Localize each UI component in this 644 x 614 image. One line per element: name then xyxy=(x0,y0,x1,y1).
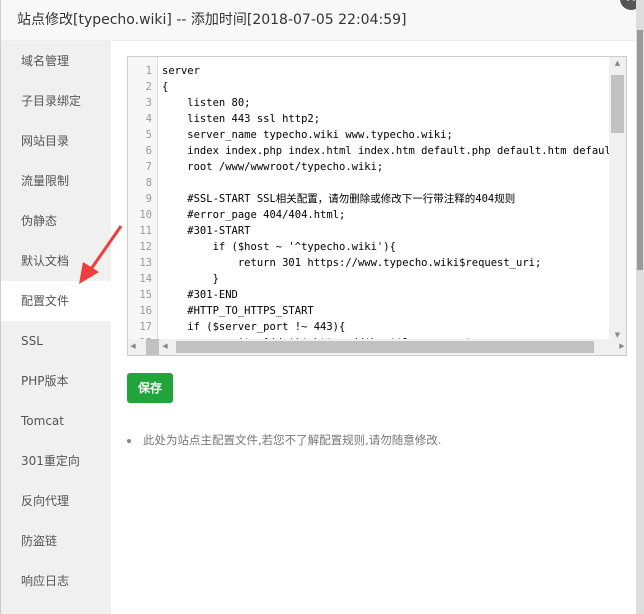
code-text: { xyxy=(162,81,169,93)
sidebar-item[interactable]: 子目录绑定 xyxy=(1,81,111,121)
sidebar-item[interactable]: 网站目录 xyxy=(1,121,111,161)
code-text: #SSL-START SSL相关配置，请勿删除或修改下一行带注释的404规则 xyxy=(162,193,516,205)
code-text: server xyxy=(162,65,200,77)
code-lines[interactable]: 1 server 2{3 listen 80; 4 listen 443 ssl ht… xyxy=(128,63,611,341)
dialog-title: 站点修改[typecho.wiki] -- 添加时间[2018-07-05 22… xyxy=(1,0,636,41)
code-text: listen 443 ssl http2; xyxy=(162,113,321,125)
code-line: 8 xyxy=(128,175,611,191)
code-line: 16 #HTTP_TO_HTTPS_START xyxy=(128,303,611,319)
line-number: 2 xyxy=(145,81,152,93)
code-text: return 301 https://www.typecho.wiki$requ… xyxy=(162,257,542,269)
sidebar-item[interactable]: PHP版本 xyxy=(1,361,111,401)
sidebar-item[interactable]: 域名管理 xyxy=(1,41,111,81)
line-number: 12 xyxy=(139,241,152,253)
code-text: #error_page 404/404.html; xyxy=(162,209,346,221)
sidebar-item[interactable]: 301重定向 xyxy=(1,441,111,481)
gutter-scroll-left-icon[interactable]: ◀ xyxy=(128,342,138,350)
line-number: 7 xyxy=(145,161,152,173)
line-number: 11 xyxy=(139,225,152,237)
code-text: if ($server_port !~ 443){ xyxy=(162,321,346,333)
line-number: 16 xyxy=(139,305,152,317)
tips-list: 此处为站点主配置文件,若您不了解配置规则,请勿随意修改. xyxy=(127,432,441,448)
code-line: 13 return 301 https://www.typecho.wiki$r… xyxy=(128,255,611,271)
line-number: 9 xyxy=(145,193,152,205)
code-text: index index.php index.html index.htm def… xyxy=(162,145,611,157)
tip-text: 此处为站点主配置文件,若您不了解配置规则,请勿随意修改. xyxy=(143,433,442,447)
line-number: 3 xyxy=(145,97,152,109)
scroll-down-icon[interactable]: ▼ xyxy=(609,331,626,339)
sidebar-item[interactable]: 反向代理 xyxy=(1,481,111,521)
code-text: if ($host ~ '^typecho.wiki'){ xyxy=(162,241,396,253)
code-line: 4 listen 443 ssl http2; xyxy=(128,111,611,127)
code-text: #HTTP_TO_HTTPS_START xyxy=(162,305,314,317)
code-text: #301-START xyxy=(162,225,251,237)
line-number: 17 xyxy=(139,321,152,333)
red-arrow-annotation-icon xyxy=(79,225,123,284)
vertical-scroll-thumb[interactable] xyxy=(611,75,624,133)
code-text: server_name typecho.wiki www.typecho.wik… xyxy=(162,129,453,141)
sidebar-item[interactable]: Tomcat xyxy=(1,401,111,441)
code-line: 10 #error_page 404/404.html; xyxy=(128,207,611,223)
vertical-scrollbar[interactable]: ▲ ▼ xyxy=(609,57,626,341)
scroll-right-icon[interactable]: ▶ xyxy=(616,342,626,350)
sidebar-item[interactable]: SSL xyxy=(1,321,111,361)
horizontal-scroll-thumb[interactable] xyxy=(176,341,594,353)
line-number: 13 xyxy=(139,257,152,269)
config-editor[interactable]: 1 server 2{3 listen 80; 4 listen 443 ssl ht… xyxy=(127,56,627,356)
code-line: 14 } xyxy=(128,271,611,287)
code-text: root /www/wwwroot/typecho.wiki; xyxy=(162,161,384,173)
sidebar: 域名管理 子目录绑定 网站目录 流量限制 伪静态 默认文档 配置文件 SSL PHP版本 Tomc… xyxy=(1,41,111,614)
scroll-up-icon[interactable]: ▲ xyxy=(609,59,626,67)
code-line: 11 #301-START xyxy=(128,223,611,239)
save-button[interactable]: 保存 xyxy=(127,373,173,403)
line-number: 1 xyxy=(145,65,152,77)
config-panel: 1 server 2{3 listen 80; 4 listen 443 ssl ht… xyxy=(111,41,636,614)
code-line: 7 root /www/wwwroot/typecho.wiki; xyxy=(128,159,611,175)
code-line: 17 if ($server_port !~ 443){ xyxy=(128,319,611,335)
code-text: #301-END xyxy=(162,289,238,301)
code-text: listen 80; xyxy=(162,97,251,109)
code-line: 6 index index.php index.html index.htm d… xyxy=(128,143,611,159)
code-line: 3 listen 80; xyxy=(128,95,611,111)
bullet-icon xyxy=(127,438,131,443)
horizontal-scrollbar[interactable]: ◀ ◀ ▶ xyxy=(128,339,626,355)
page-scrollbar[interactable] xyxy=(636,0,644,614)
sidebar-item[interactable]: 响应日志 xyxy=(1,561,111,601)
code-line: 15 #301-END xyxy=(128,287,611,303)
site-edit-dialog: 站点修改[typecho.wiki] -- 添加时间[2018-07-05 22… xyxy=(0,0,644,614)
tip-item: 此处为站点主配置文件,若您不了解配置规则,请勿随意修改. xyxy=(127,432,441,448)
line-number: 10 xyxy=(139,209,152,221)
page-scroll-thumb[interactable] xyxy=(637,30,643,270)
line-number: 15 xyxy=(139,289,152,301)
sidebar-item[interactable]: 配置文件 xyxy=(1,281,111,321)
line-number: 4 xyxy=(145,113,152,125)
sidebar-item[interactable]: 防盗链 xyxy=(1,521,111,561)
code-line: 9 #SSL-START SSL相关配置，请勿删除或修改下一行带注释的404规则 xyxy=(128,191,611,207)
line-number: 14 xyxy=(139,273,152,285)
scroll-left-icon[interactable]: ◀ xyxy=(160,342,170,350)
code-line: 5 server_name typecho.wiki www.typecho.w… xyxy=(128,127,611,143)
code-line: 1 server xyxy=(128,63,611,79)
line-number: 6 xyxy=(145,145,152,157)
line-number: 5 xyxy=(145,129,152,141)
sidebar-item[interactable]: 流量限制 xyxy=(1,161,111,201)
line-number: 8 xyxy=(145,177,152,189)
code-line: 2{ xyxy=(128,79,611,95)
gutter-scroll-thumb[interactable] xyxy=(146,339,159,355)
code-line: 12 if ($host ~ '^typecho.wiki'){ xyxy=(128,239,611,255)
code-text: } xyxy=(162,273,219,285)
